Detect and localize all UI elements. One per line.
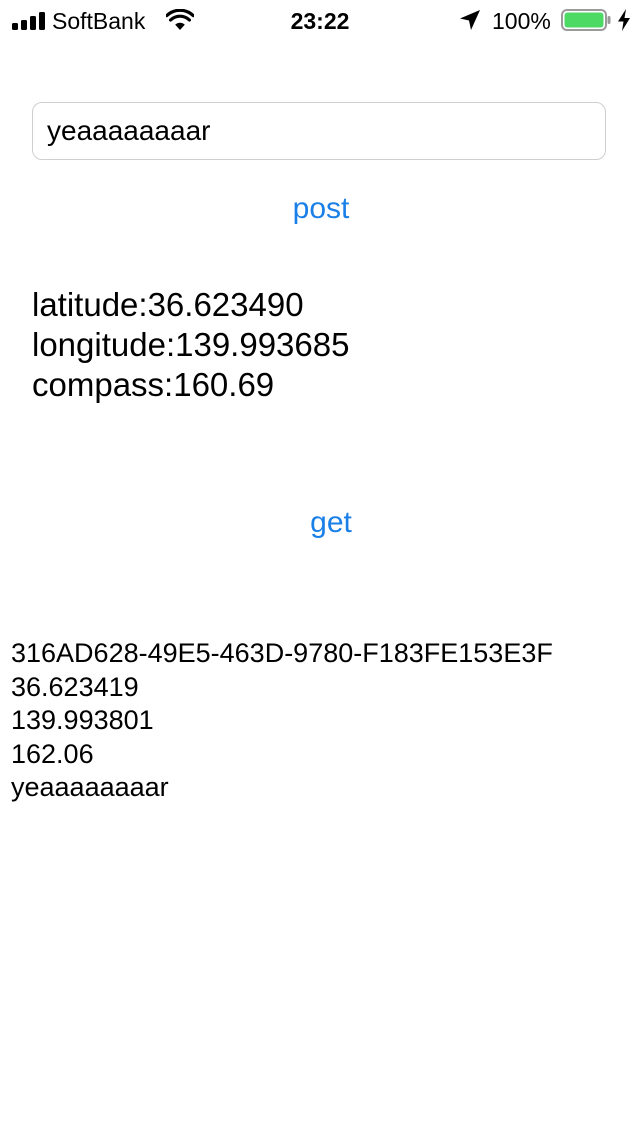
battery-icon bbox=[561, 9, 611, 31]
compass-label: compass:160.69 bbox=[32, 366, 275, 403]
longitude-label: longitude:139.993685 bbox=[32, 326, 350, 363]
result-message: yeaaaaaaaar bbox=[11, 772, 169, 802]
result-list: 316AD628-49E5-463D-9780-F183FE153E3F 36.… bbox=[11, 637, 553, 805]
result-id: 316AD628-49E5-463D-9780-F183FE153E3F bbox=[11, 638, 553, 668]
result-latitude: 36.623419 bbox=[11, 671, 139, 702]
post-button[interactable]: post bbox=[270, 191, 372, 227]
charging-bolt-icon bbox=[618, 9, 630, 31]
status-bar: SoftBank 23:22 100% bbox=[0, 0, 640, 40]
message-input[interactable] bbox=[32, 102, 606, 160]
result-longitude: 139.993801 bbox=[11, 705, 154, 735]
location-info: latitude:36.623490 longitude:139.993685 … bbox=[32, 285, 349, 405]
get-button[interactable]: get bbox=[290, 505, 372, 541]
location-arrow-icon bbox=[460, 10, 480, 30]
result-compass: 162.06 bbox=[11, 738, 94, 769]
latitude-label: latitude:36.623490 bbox=[32, 286, 304, 323]
battery-percentage: 100% bbox=[492, 8, 551, 34]
